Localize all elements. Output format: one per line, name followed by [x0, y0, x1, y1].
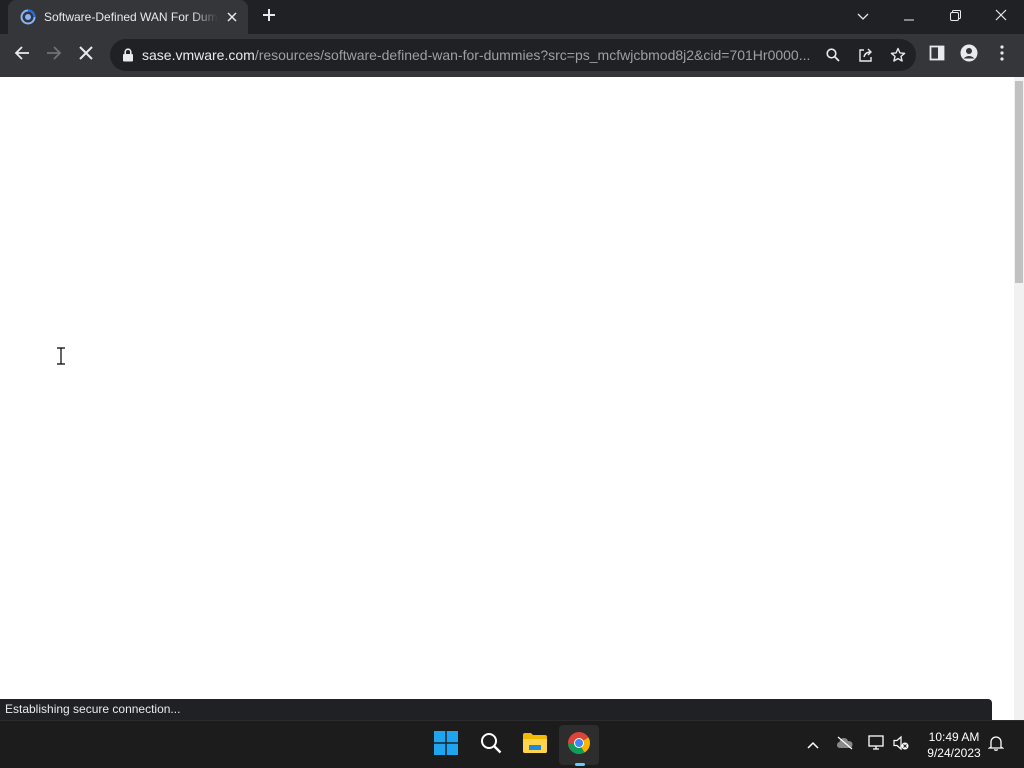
- notifications-button[interactable]: [986, 735, 1006, 755]
- tab-active[interactable]: Software-Defined WAN For Dummies: [8, 0, 248, 34]
- stop-loading-icon: [79, 45, 93, 65]
- tab-strip: Software-Defined WAN For Dummies: [0, 0, 1024, 34]
- forward-button[interactable]: [40, 41, 68, 69]
- tray-overflow-button[interactable]: [803, 735, 823, 755]
- status-bubble: Establishing secure connection...: [0, 699, 992, 720]
- network-button[interactable]: [866, 734, 886, 756]
- page-viewport[interactable]: Establishing secure connection...: [0, 77, 1024, 720]
- url-host: sase.vmware.com: [142, 47, 255, 63]
- minimize-icon: [904, 8, 914, 26]
- url-text[interactable]: sase.vmware.com/resources/software-defin…: [142, 47, 810, 63]
- lock-icon[interactable]: [120, 47, 136, 63]
- vmware-sase-favicon-icon: [20, 9, 36, 25]
- close-icon: [995, 8, 1007, 26]
- vertical-scrollbar[interactable]: [1014, 77, 1024, 720]
- arrow-right-icon: [46, 45, 62, 66]
- taskbar-search-button[interactable]: [471, 725, 511, 765]
- tab-search-button[interactable]: [840, 0, 886, 34]
- url-path: /resources/software-defined-wan-for-dumm…: [254, 47, 810, 63]
- star-icon[interactable]: [888, 45, 908, 65]
- chrome-taskbar-button[interactable]: [559, 725, 599, 765]
- search-icon[interactable]: [823, 45, 843, 65]
- start-button[interactable]: [426, 725, 466, 765]
- back-button[interactable]: [8, 41, 36, 69]
- address-bar[interactable]: sase.vmware.com/resources/software-defin…: [110, 39, 916, 71]
- chevron-down-icon: [857, 8, 869, 26]
- minimize-button[interactable]: [886, 0, 932, 34]
- onedrive-button[interactable]: [835, 735, 855, 755]
- folder-icon: [522, 732, 548, 759]
- menu-button[interactable]: [988, 41, 1016, 69]
- plus-icon: [262, 8, 276, 27]
- windows-taskbar: 10:49 AM 9/24/2023: [0, 720, 1024, 768]
- search-icon: [480, 732, 502, 759]
- text-cursor-icon: [57, 347, 65, 365]
- profile-button[interactable]: [955, 41, 983, 69]
- volume-button[interactable]: [891, 735, 911, 755]
- chevron-up-icon: [807, 736, 819, 754]
- arrow-left-icon: [14, 45, 30, 66]
- windows-logo-icon: [434, 730, 458, 760]
- network-icon: [867, 734, 885, 756]
- side-panel-icon: [929, 45, 945, 66]
- cloud-offline-icon: [836, 736, 854, 755]
- clock-date: 9/24/2023: [927, 746, 981, 760]
- new-tab-button[interactable]: [258, 6, 280, 28]
- scrollbar-thumb[interactable]: [1015, 81, 1023, 283]
- chrome-icon: [567, 731, 591, 760]
- share-icon[interactable]: [856, 45, 876, 65]
- clock-time: 10:49 AM: [928, 730, 980, 744]
- side-panel-button[interactable]: [923, 41, 951, 69]
- tab-title: Software-Defined WAN For Dummies: [44, 10, 218, 24]
- profile-icon: [960, 44, 978, 67]
- file-explorer-button[interactable]: [515, 725, 555, 765]
- system-clock[interactable]: 10:49 AM 9/24/2023: [916, 729, 992, 761]
- volume-muted-icon: [892, 735, 910, 756]
- active-app-indicator: [575, 763, 585, 766]
- bell-icon: [987, 735, 1005, 756]
- close-icon[interactable]: [224, 9, 240, 25]
- stop-button[interactable]: [72, 41, 100, 69]
- restore-button[interactable]: [932, 0, 978, 34]
- close-window-button[interactable]: [978, 0, 1024, 34]
- kebab-menu-icon: [1000, 44, 1004, 66]
- restore-icon: [949, 8, 961, 26]
- browser-toolbar: sase.vmware.com/resources/software-defin…: [0, 34, 1024, 77]
